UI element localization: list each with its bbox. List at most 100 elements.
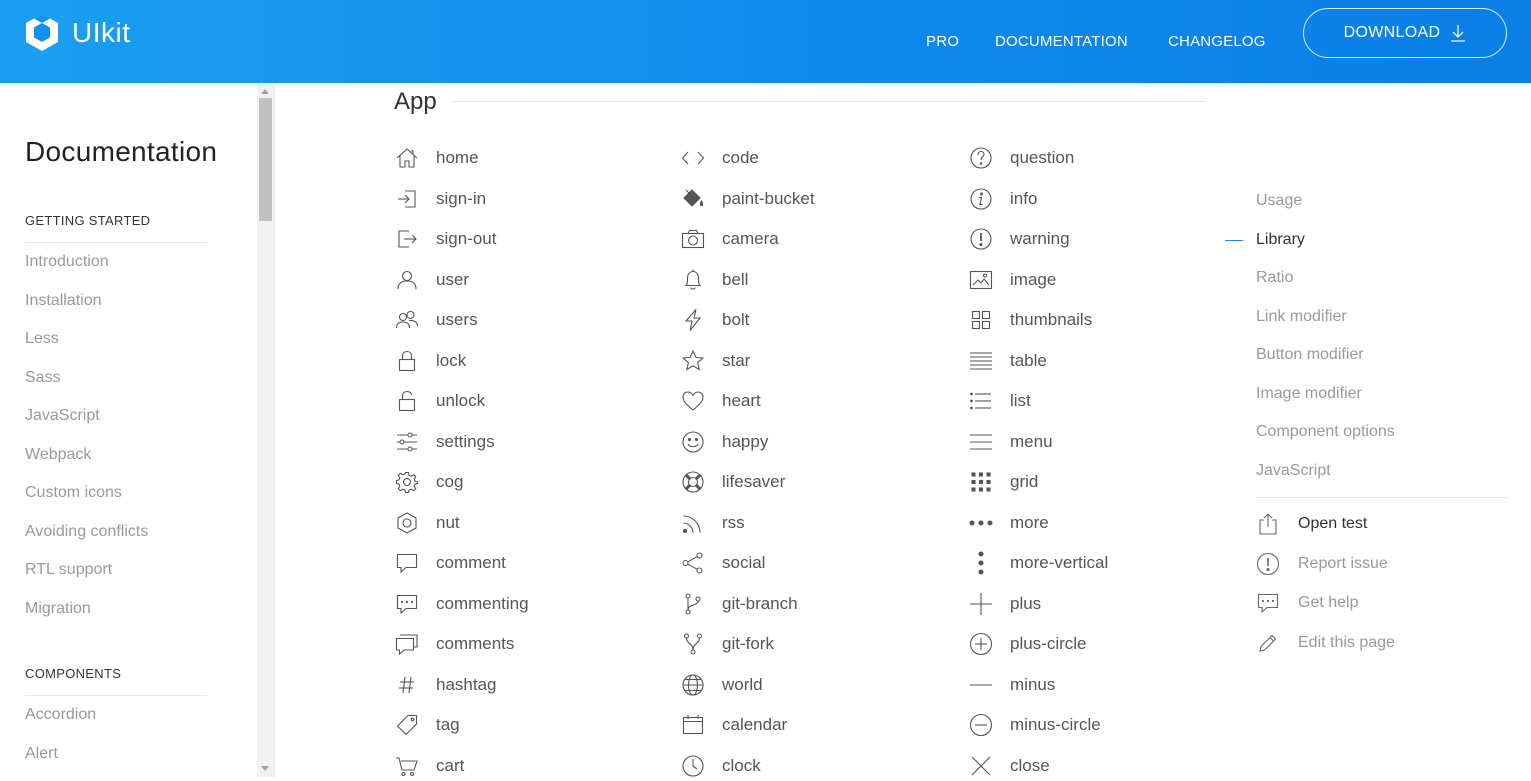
nav-pro-link[interactable]: PRO (926, 33, 959, 50)
icon-name-label: star (722, 350, 751, 370)
icon-name-label: minus (1010, 674, 1056, 694)
icon-name-label: home (436, 148, 479, 167)
icon-glyph (680, 591, 706, 617)
icon-entry-thumbnails: thumbnails (968, 305, 1092, 335)
get-help-icon (1257, 593, 1279, 614)
icon-entry-cart: cart (394, 751, 464, 781)
icon-name-label: grid (1010, 472, 1039, 491)
sidebar-item-avoiding-conflicts[interactable]: Avoiding conflicts (25, 523, 148, 541)
toc-active-indicator (1225, 240, 1243, 241)
rss-icon (682, 514, 701, 533)
toc-item-usage[interactable]: Usage (1256, 192, 1302, 210)
icon-name-label: hashtag (436, 674, 497, 694)
icon-name-label: warning (1010, 229, 1070, 248)
sidebar-scrollbar[interactable] (257, 83, 274, 777)
icon-entry-more-vertical: more-vertical (968, 548, 1108, 578)
sidebar-item-javascript[interactable]: JavaScript (25, 407, 100, 425)
icon-name-label: commenting (436, 593, 529, 613)
icon-name-label: calendar (722, 715, 788, 734)
sidebar-item-migration[interactable]: Migration (25, 600, 91, 618)
toc-item-library[interactable]: Library (1256, 231, 1305, 249)
toc-item-link-modifier[interactable]: Link modifier (1256, 308, 1347, 326)
icon-entry-code: code (680, 143, 759, 173)
icon-glyph (394, 145, 420, 171)
sidebar-item-rtl-support[interactable]: RTL support (25, 561, 112, 579)
scrollbar-thumb[interactable] (259, 98, 272, 221)
icon-glyph (968, 307, 994, 333)
toc-item-button-modifier[interactable]: Button modifier (1256, 346, 1364, 364)
action-open-test[interactable]: Open test (1256, 511, 1367, 537)
commenting-icon (396, 594, 418, 614)
icon-name-label: table (1010, 350, 1047, 370)
action-label: Edit this page (1298, 634, 1395, 651)
toc-item-component-options[interactable]: Component options (1256, 423, 1395, 441)
icon-name-label: comments (436, 634, 515, 653)
icon-glyph (394, 226, 420, 252)
icon-glyph (394, 672, 420, 698)
sidebar-item-alert[interactable]: Alert (25, 745, 58, 763)
icon-glyph (394, 510, 420, 536)
icon-glyph (968, 429, 994, 455)
report-issue-icon (1256, 552, 1280, 576)
icon-entry-lock: lock (394, 346, 466, 376)
sidebar-item-custom-icons[interactable]: Custom icons (25, 484, 122, 502)
icon-entry-image: image (968, 265, 1056, 295)
sidebar-item-accordion[interactable]: Accordion (25, 706, 96, 724)
question-icon (970, 147, 992, 169)
nav-changelog-link[interactable]: CHANGELOG (1168, 33, 1266, 50)
action-report-issue[interactable]: Report issue (1256, 551, 1388, 577)
top-navbar: UIkit PRO DOCUMENTATION CHANGELOG DOWNLO… (0, 0, 1531, 83)
icon-name-label: bell (722, 269, 749, 289)
more-vertical-icon (978, 551, 984, 575)
icon-entry-warning: warning (968, 224, 1070, 254)
code-icon (681, 151, 705, 165)
icon-name-label: git-fork (722, 634, 774, 653)
bolt-icon (684, 309, 702, 331)
scroll-up-arrow[interactable] (261, 89, 269, 94)
sidebar-item-webpack[interactable]: Webpack (25, 446, 91, 464)
icon-entry-home: home (394, 143, 479, 173)
icon-glyph (680, 429, 706, 455)
sidebar-section-rule (25, 242, 207, 243)
icon-entry-bolt: bolt (680, 305, 749, 335)
icon-glyph (968, 631, 994, 657)
icon-name-label: code (722, 148, 759, 167)
nav-documentation-link[interactable]: DOCUMENTATION (995, 33, 1128, 50)
scroll-down-arrow[interactable] (261, 766, 269, 771)
icon-glyph (968, 591, 994, 617)
toc-item-image-modifier[interactable]: Image modifier (1256, 385, 1362, 403)
sidebar-item-less[interactable]: Less (25, 330, 59, 348)
action-get-help[interactable]: Get help (1256, 590, 1358, 616)
clock-icon (682, 754, 704, 777)
icon-entry-question: question (968, 143, 1074, 173)
toc-item-javascript[interactable]: JavaScript (1256, 462, 1331, 480)
icon-entry-grid: grid (968, 467, 1038, 497)
icon-glyph (394, 469, 420, 495)
download-button[interactable]: DOWNLOAD (1303, 8, 1507, 58)
icon-name-label: settings (436, 431, 495, 451)
icon-entry-clock: clock (680, 751, 761, 781)
icon-glyph (680, 712, 706, 738)
action-edit-this-page[interactable]: Edit this page (1256, 630, 1395, 656)
icon-name-label: heart (722, 391, 761, 410)
icon-name-label: thumbnails (1010, 310, 1093, 329)
icon-glyph (968, 510, 994, 536)
sidebar-item-introduction[interactable]: Introduction (25, 253, 109, 271)
icon-glyph (394, 591, 420, 617)
brand-logo-link[interactable]: UIkit (24, 13, 131, 53)
icon-name-label: minus-circle (1010, 715, 1101, 734)
sidebar-item-sass[interactable]: Sass (25, 369, 61, 387)
icon-entry-commenting: commenting (394, 589, 529, 619)
icon-name-label: sign-in (436, 188, 487, 208)
heart-icon (682, 391, 704, 411)
icon-entry-unlock: unlock (394, 386, 485, 416)
icon-name-label: users (436, 310, 478, 329)
minus-circle-icon (969, 713, 993, 737)
sign-out-icon (398, 230, 417, 248)
icon-glyph (394, 388, 420, 414)
home-icon (396, 148, 418, 168)
toc-item-ratio[interactable]: Ratio (1256, 269, 1293, 287)
icon-entry-plus: plus (968, 589, 1041, 619)
sidebar-item-installation[interactable]: Installation (25, 292, 102, 310)
info-icon (970, 187, 992, 210)
